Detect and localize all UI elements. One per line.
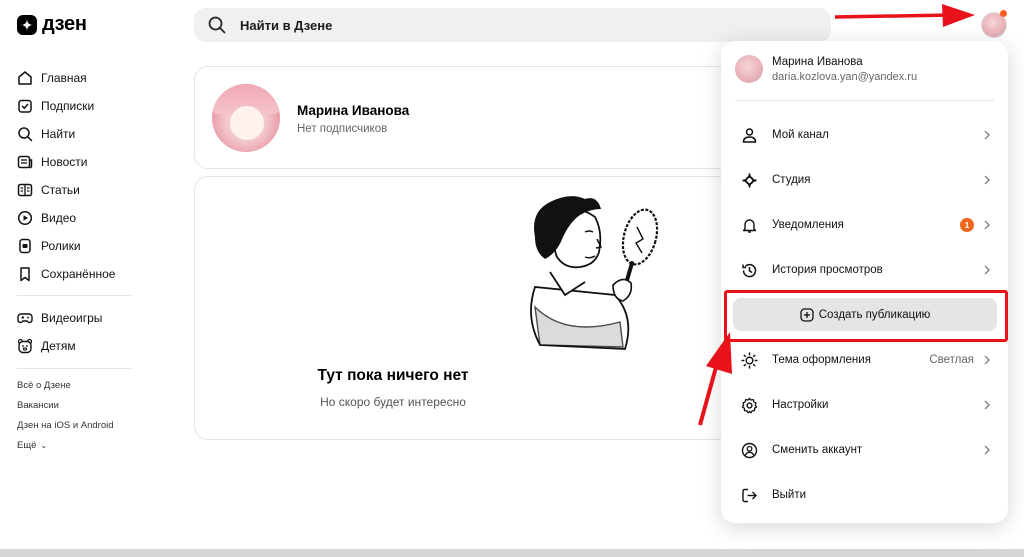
chevron-right-icon [984, 130, 991, 140]
menu-item-label: Настройки [772, 399, 829, 411]
menu-item-my-channel[interactable]: Мой канал [721, 115, 1008, 155]
articles-icon [17, 183, 33, 197]
kids-icon [17, 338, 33, 354]
search-icon [18, 127, 33, 142]
create-publication-button[interactable]: Создать публикацию [733, 298, 997, 331]
sidebar-nav: Главная Подписки Найти Новости Статьи Ви… [17, 64, 137, 288]
footer-link-label: Ещё [17, 440, 37, 451]
switch-account-icon [741, 442, 758, 458]
menu-item-theme[interactable]: Тема оформления Светлая [721, 340, 1008, 380]
sidebar-item-news[interactable]: Новости [17, 148, 137, 176]
sidebar-item-subscriptions[interactable]: Подписки [17, 92, 137, 120]
menu-user-info: Марина Иванова daria.kozlova.yan@yandex.… [735, 55, 917, 83]
menu-item-label: Мой канал [772, 129, 829, 141]
empty-state-illustration [530, 196, 659, 350]
menu-item-label: История просмотров [772, 264, 883, 276]
profile-dropdown-menu: Марина Иванова daria.kozlova.yan@yandex.… [721, 41, 1008, 523]
menu-item-logout[interactable]: Выйти [721, 475, 1008, 515]
sidebar-item-label: Подписки [41, 99, 95, 113]
sidebar-item-saved[interactable]: Сохранённое [17, 260, 137, 288]
plus-square-icon [800, 307, 814, 322]
sun-icon [741, 351, 758, 369]
profile-name: Марина Иванова [297, 103, 410, 118]
annotation-arrow-top [834, 4, 975, 27]
sidebar-nav-extra: Видеоигры Детям [17, 304, 137, 360]
search-bar[interactable] [194, 8, 831, 42]
sidebar-item-label: Главная [41, 71, 87, 85]
news-icon [17, 155, 33, 169]
chevron-down-icon: ⌄ [40, 441, 48, 450]
menu-item-label: Сменить аккаунт [772, 444, 863, 456]
bell-icon [742, 218, 757, 233]
menu-item-label: Тема оформления [772, 354, 871, 366]
theme-value: Светлая [929, 354, 974, 366]
video-icon [17, 210, 33, 226]
sidebar-item-kids[interactable]: Детям [17, 332, 137, 360]
gear-icon [741, 397, 758, 413]
footer-link-more[interactable]: Ещё ⌄ [17, 439, 114, 459]
home-icon [18, 71, 32, 85]
sidebar-item-label: Найти [41, 127, 76, 141]
chevron-right-icon [984, 265, 991, 275]
sidebar-item-label: Видео [41, 211, 77, 225]
bottom-scroll-area [0, 549, 1024, 557]
menu-item-label: Выйти [772, 489, 807, 501]
menu-item-notifications[interactable]: Уведомления 1 [721, 205, 1008, 245]
menu-item-switch-account[interactable]: Сменить аккаунт [721, 430, 1008, 470]
notification-dot [1000, 10, 1007, 17]
person-icon [742, 127, 757, 143]
menu-divider [735, 100, 994, 101]
footer-link-label: Дзен на iOS и Android [17, 420, 114, 431]
empty-state-title: Тут пока ничего нет [317, 367, 469, 384]
sidebar-item-label: Ролики [41, 239, 81, 253]
studio-icon [742, 172, 757, 188]
sidebar-item-label: Сохранённое [41, 267, 116, 281]
search-icon [208, 16, 226, 34]
clips-icon [19, 238, 31, 254]
chevron-right-icon [984, 175, 991, 185]
chevron-right-icon [984, 220, 991, 230]
history-icon [742, 263, 757, 277]
create-publication-label: Создать публикацию [818, 308, 931, 321]
sidebar-item-label: Статьи [41, 183, 80, 197]
dzen-star-icon [17, 14, 37, 35]
profile-card: Марина Иванова Нет подписчиков [194, 66, 794, 169]
search-input[interactable] [240, 17, 740, 33]
gamepad-icon [17, 313, 33, 324]
menu-item-history[interactable]: История просмотров [721, 250, 1008, 290]
footer-link-apps[interactable]: Дзен на iOS и Android [17, 419, 114, 439]
menu-user-email: daria.kozlova.yan@yandex.ru [772, 70, 918, 83]
chevron-right-icon [984, 355, 991, 365]
sidebar-item-search[interactable]: Найти [17, 120, 137, 148]
menu-user-name: Марина Иванова [772, 55, 863, 68]
menu-item-settings[interactable]: Настройки [721, 385, 1008, 425]
sidebar-footer: Всё о Дзене Вакансии Дзен на iOS и Andro… [17, 379, 114, 459]
logout-icon [742, 488, 757, 502]
sidebar-item-articles[interactable]: Статьи [17, 176, 137, 204]
bookmark-icon [20, 267, 30, 282]
menu-item-label: Студия [772, 174, 811, 186]
sidebar-item-clips[interactable]: Ролики [17, 232, 137, 260]
notifications-badge: 1 [960, 218, 974, 232]
profile-avatar[interactable] [212, 84, 280, 152]
menu-item-studio[interactable]: Студия [721, 160, 1008, 200]
sidebar-item-videogames[interactable]: Видеоигры [17, 304, 137, 332]
sidebar-item-label: Детям [41, 339, 76, 353]
sidebar-item-home[interactable]: Главная [17, 64, 137, 92]
sidebar-item-label: Новости [41, 155, 88, 169]
sidebar-item-label: Видеоигры [41, 311, 103, 325]
chevron-right-icon [984, 445, 991, 455]
logo-text: дзен [42, 13, 87, 35]
profile-subscribers: Нет подписчиков [297, 123, 388, 135]
menu-item-label: Уведомления [772, 219, 844, 231]
subscriptions-icon [18, 99, 32, 113]
empty-state-subtitle: Но скоро будет интересно [320, 395, 466, 409]
sidebar-item-video[interactable]: Видео [17, 204, 137, 232]
sidebar-divider [17, 295, 132, 296]
dzen-logo[interactable]: дзен [17, 13, 87, 36]
menu-avatar [735, 55, 763, 83]
chevron-right-icon [984, 400, 991, 410]
